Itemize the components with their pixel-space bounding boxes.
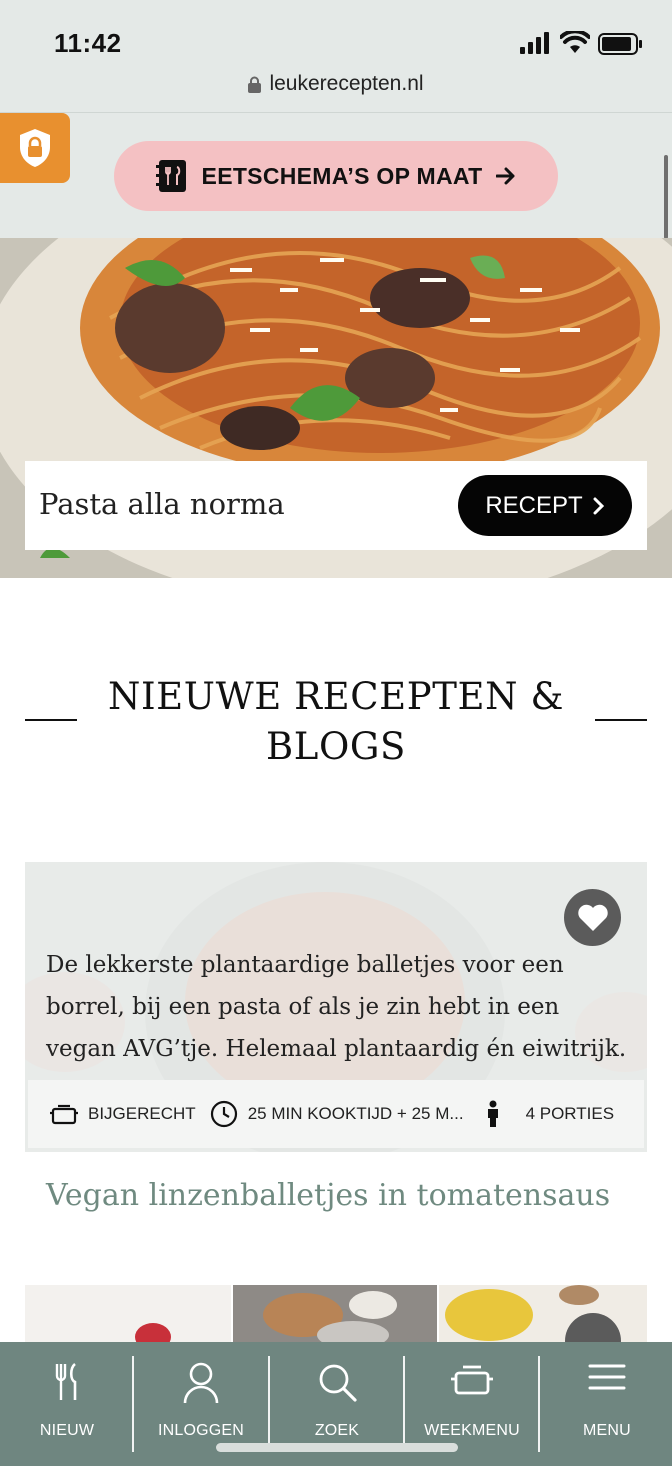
wifi-icon xyxy=(560,31,590,53)
nav-menu-label: MENU xyxy=(583,1422,631,1439)
meta-time: 25 MIN KOOKTIJD + 25 M... xyxy=(210,1100,464,1128)
meta-portions: 4 PORTIES xyxy=(486,1100,615,1128)
url-text: leukerecepten.nl xyxy=(269,72,424,95)
favorite-button[interactable] xyxy=(564,889,621,946)
recipe-meta-bar: BIJGERECHT 25 MIN KOOKTIJD + 25 M... 4 P… xyxy=(28,1080,644,1148)
arrow-right-icon xyxy=(496,167,515,185)
heading-divider-right xyxy=(595,719,647,721)
heading-divider-left xyxy=(25,719,77,721)
user-icon xyxy=(183,1362,219,1404)
meal-plan-promo-button[interactable]: EETSCHEMA’S OP MAAT xyxy=(114,141,558,211)
next-recipe-row[interactable] xyxy=(25,1285,647,1345)
promo-label: EETSCHEMA’S OP MAAT xyxy=(201,162,483,189)
shield-lock-icon xyxy=(20,129,50,167)
scrollbar[interactable] xyxy=(664,155,668,239)
clock-icon xyxy=(210,1100,237,1128)
section-title: NIEUWE RECEPTEN & BLOGS xyxy=(107,675,565,768)
recipe-title-link[interactable]: Vegan linzenballetjes in tomatensaus xyxy=(46,1178,610,1213)
recipe-card[interactable]: De lekkerste plantaardige balletjes voor… xyxy=(25,862,647,1152)
chevron-right-icon xyxy=(593,497,604,514)
hamburger-icon xyxy=(588,1364,626,1390)
search-icon xyxy=(319,1364,357,1402)
thumbnail-strawberry xyxy=(25,1285,231,1345)
nav-nieuw-label: NIEUW xyxy=(39,1422,95,1439)
address-bar[interactable]: leukerecepten.nl xyxy=(0,72,672,96)
privacy-shield-button[interactable] xyxy=(0,113,70,183)
meta-portions-label: 4 PORTIES xyxy=(525,1104,615,1123)
section-heading: NIEUWE RECEPTEN & BLOGS xyxy=(0,672,672,772)
recept-button[interactable]: RECEPT xyxy=(458,475,632,536)
nav-zoek-label: ZOEK xyxy=(314,1422,360,1439)
cellular-signal-icon xyxy=(520,32,549,54)
thumbnail-baked-potato xyxy=(233,1285,437,1345)
meal-book-icon xyxy=(155,160,186,192)
fork-knife-icon xyxy=(55,1362,77,1400)
lock-icon xyxy=(248,76,262,93)
nav-inloggen-label: INLOGGEN xyxy=(157,1422,245,1439)
recipe-description: De lekkerste plantaardige balletjes voor… xyxy=(46,952,627,1062)
nav-menu[interactable]: MENU xyxy=(540,1342,672,1466)
home-indicator[interactable] xyxy=(216,1443,458,1452)
battery-icon xyxy=(598,33,642,55)
pot-icon xyxy=(50,1104,78,1125)
hero-recipe-title: Pasta alla norma xyxy=(39,487,285,521)
person-icon xyxy=(487,1100,498,1127)
heart-icon xyxy=(577,904,608,931)
meta-time-label: 25 MIN KOOKTIJD + 25 M... xyxy=(247,1104,464,1123)
nav-nieuw[interactable]: NIEUW xyxy=(0,1342,134,1466)
meta-category-label: BIJGERECHT xyxy=(88,1104,196,1123)
status-bar: 11:42 leukerecepten.nl xyxy=(0,0,672,113)
hero-caption-card: Pasta alla norma RECEPT xyxy=(25,461,647,550)
status-time: 11:42 xyxy=(54,28,122,58)
nav-weekmenu-label: WEEKMENU xyxy=(424,1422,520,1439)
meta-category: BIJGERECHT xyxy=(50,1103,196,1125)
pot-icon xyxy=(451,1365,493,1395)
recept-button-label: RECEPT xyxy=(485,491,583,519)
